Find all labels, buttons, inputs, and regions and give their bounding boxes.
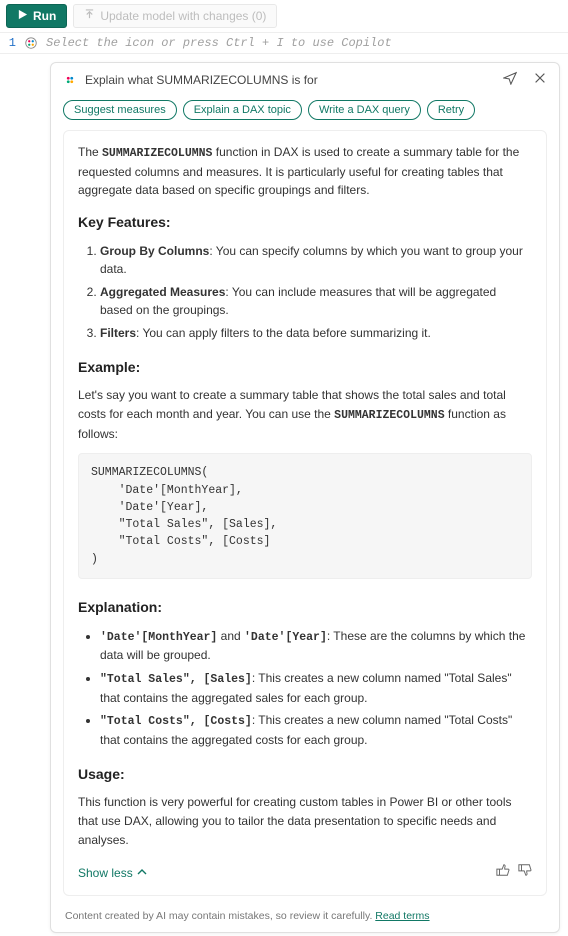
chip-explain-dax[interactable]: Explain a DAX topic bbox=[183, 100, 302, 120]
list-item: Filters: You can apply filters to the da… bbox=[100, 324, 532, 343]
list-item: Aggregated Measures: You can include mea… bbox=[100, 283, 532, 320]
list-item: Group By Columns: You can specify column… bbox=[100, 242, 532, 279]
thumbs-down-icon[interactable] bbox=[518, 863, 532, 883]
run-button[interactable]: Run bbox=[6, 4, 67, 28]
list-item: 'Date'[MonthYear] and 'Date'[Year]: Thes… bbox=[100, 627, 532, 665]
update-model-button: Update model with changes (0) bbox=[73, 4, 277, 28]
features-heading: Key Features: bbox=[78, 212, 532, 234]
response-content: The SUMMARIZECOLUMNS function in DAX is … bbox=[63, 130, 547, 896]
copilot-icon bbox=[63, 73, 77, 87]
features-list: Group By Columns: You can specify column… bbox=[78, 242, 532, 343]
chip-write-dax[interactable]: Write a DAX query bbox=[308, 100, 421, 120]
chevron-up-icon bbox=[137, 864, 147, 883]
ai-disclaimer: Content created by AI may contain mistak… bbox=[51, 904, 559, 932]
editor-line[interactable]: 1 Select the icon or press Ctrl + I to u… bbox=[0, 32, 568, 54]
code-block: SUMMARIZECOLUMNS( 'Date'[MonthYear], 'Da… bbox=[78, 453, 532, 579]
thumbs-up-icon[interactable] bbox=[496, 863, 510, 883]
copilot-icon[interactable] bbox=[24, 36, 38, 50]
usage-heading: Usage: bbox=[78, 764, 532, 786]
panel-header: Explain what SUMMARIZECOLUMNS is for bbox=[51, 63, 559, 96]
copilot-panel: Explain what SUMMARIZECOLUMNS is for Sug… bbox=[50, 62, 560, 933]
chip-suggest-measures[interactable]: Suggest measures bbox=[63, 100, 177, 120]
explanation-list: 'Date'[MonthYear] and 'Date'[Year]: Thes… bbox=[78, 627, 532, 750]
suggestion-chips: Suggest measures Explain a DAX topic Wri… bbox=[51, 96, 559, 130]
panel-title: Explain what SUMMARIZECOLUMNS is for bbox=[85, 73, 495, 87]
editor-placeholder: Select the icon or press Ctrl + I to use… bbox=[46, 36, 392, 50]
list-item: "Total Sales", [Sales]: This creates a n… bbox=[100, 669, 532, 707]
top-toolbar: Run Update model with changes (0) bbox=[0, 0, 568, 32]
run-label: Run bbox=[33, 9, 56, 23]
chip-retry[interactable]: Retry bbox=[427, 100, 475, 120]
example-paragraph: Let's say you want to create a summary t… bbox=[78, 386, 532, 443]
show-less-link[interactable]: Show less bbox=[78, 864, 147, 883]
list-item: "Total Costs", [Costs]: This creates a n… bbox=[100, 711, 532, 749]
feedback-buttons bbox=[496, 863, 532, 883]
usage-paragraph: This function is very powerful for creat… bbox=[78, 793, 532, 849]
intro-paragraph: The SUMMARIZECOLUMNS function in DAX is … bbox=[78, 143, 532, 200]
send-icon[interactable] bbox=[503, 71, 517, 88]
line-number: 1 bbox=[8, 36, 16, 50]
explanation-heading: Explanation: bbox=[78, 597, 532, 619]
read-terms-link[interactable]: Read terms bbox=[375, 910, 429, 922]
example-heading: Example: bbox=[78, 357, 532, 379]
update-label: Update model with changes (0) bbox=[100, 9, 266, 23]
upload-icon bbox=[84, 9, 95, 23]
close-icon[interactable] bbox=[533, 71, 547, 88]
play-icon bbox=[17, 9, 28, 23]
